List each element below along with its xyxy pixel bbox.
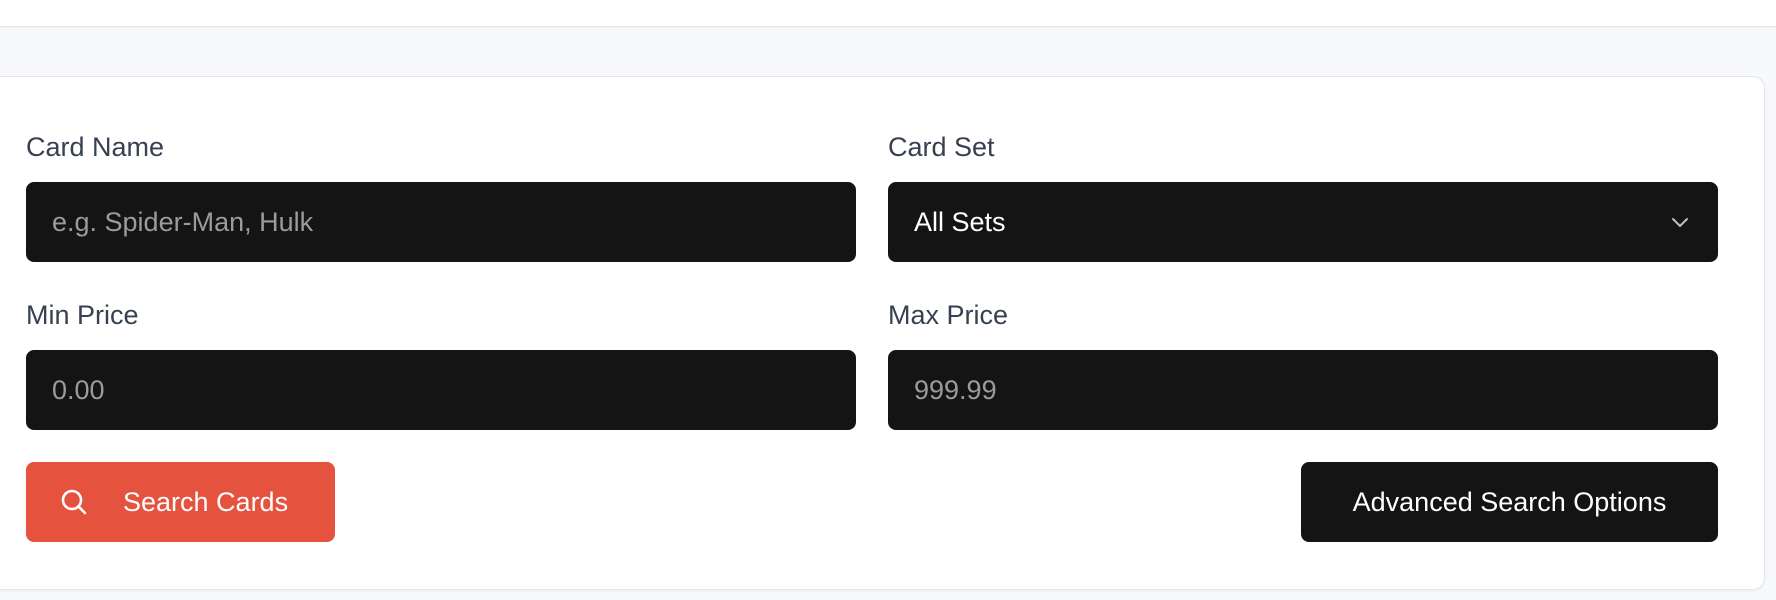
card-set-select[interactable]: All Sets bbox=[888, 182, 1718, 262]
max-price-label: Max Price bbox=[888, 300, 1009, 330]
card-name-input[interactable] bbox=[26, 182, 856, 262]
advanced-search-options-button[interactable]: Advanced Search Options bbox=[1301, 462, 1718, 542]
min-price-input[interactable] bbox=[26, 350, 856, 430]
advanced-search-options-label: Advanced Search Options bbox=[1352, 486, 1667, 517]
top-header-bar bbox=[0, 0, 1776, 27]
chevron-down-icon bbox=[1672, 218, 1688, 227]
card-name-label: Card Name bbox=[26, 132, 165, 162]
card-set-label: Card Set bbox=[888, 132, 995, 162]
search-icon bbox=[61, 489, 87, 515]
search-cards-button[interactable]: Search Cards bbox=[26, 462, 335, 542]
max-price-input[interactable] bbox=[888, 350, 1718, 430]
card-set-selected-value: All Sets bbox=[914, 206, 1006, 237]
search-cards-button-label: Search Cards bbox=[123, 486, 289, 517]
min-price-label: Min Price bbox=[26, 300, 139, 330]
